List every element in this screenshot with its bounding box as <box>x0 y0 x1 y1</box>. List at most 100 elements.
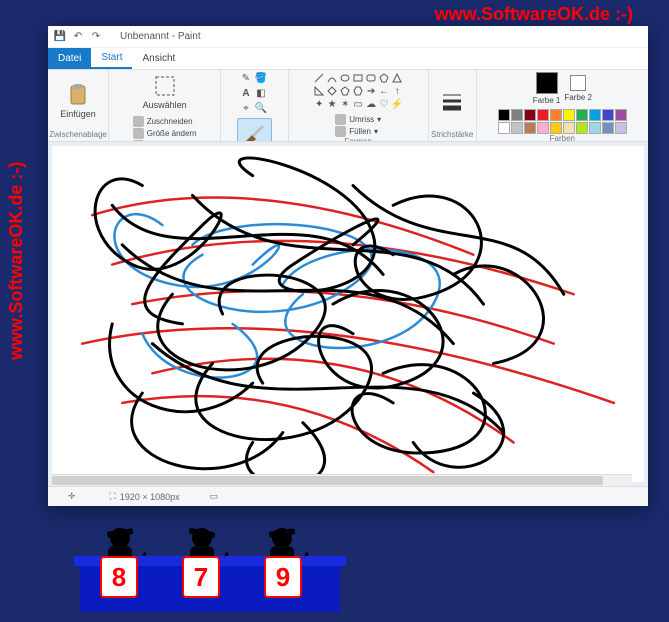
color-1[interactable]: Farbe 1 <box>533 72 561 105</box>
color-swatch-9[interactable] <box>615 109 627 121</box>
color-palette <box>498 109 627 134</box>
shape-rtri[interactable] <box>313 85 325 97</box>
save-icon[interactable]: 💾 <box>54 31 66 43</box>
crop-icon <box>133 116 144 127</box>
shape-star6[interactable]: ✶ <box>339 98 351 110</box>
shape-star5[interactable]: ★ <box>326 98 338 110</box>
crop-button[interactable]: Zuschneiden <box>133 116 197 127</box>
shape-arrowl[interactable]: ← <box>378 85 390 97</box>
color-swatch-4[interactable] <box>550 109 562 121</box>
status-size: ⛶1920 × 1080px <box>110 491 180 502</box>
color-swatch-7[interactable] <box>589 109 601 121</box>
outline-icon <box>335 114 346 125</box>
canvas[interactable] <box>52 146 644 482</box>
watermark-top: www.SoftwareOK.de :-) <box>435 4 633 25</box>
color-swatch-12[interactable] <box>524 122 536 134</box>
fill-tool[interactable]: 🪣 <box>255 72 267 84</box>
group-clipboard: Einfügen Zwischenablage <box>48 70 109 141</box>
eraser-tool[interactable]: ◧ <box>255 87 267 99</box>
color-2[interactable]: Farbe 2 <box>564 75 592 102</box>
pencil-tool[interactable]: ✎ <box>240 72 252 84</box>
ribbon-tabs: Datei Start Ansicht <box>48 48 648 70</box>
shape-oval[interactable] <box>339 72 351 84</box>
color-swatch-10[interactable] <box>498 122 510 134</box>
status-position: ✛ <box>68 491 80 502</box>
shape-rect[interactable] <box>352 72 364 84</box>
fill-button[interactable]: Füllen▾ <box>335 126 381 137</box>
status-filesize: ▭ <box>210 491 223 502</box>
color-swatch-3[interactable] <box>537 109 549 121</box>
outline-button[interactable]: Umriss▾ <box>335 114 381 125</box>
undo-icon[interactable]: ↶ <box>72 31 84 43</box>
stroke-icon <box>440 89 464 113</box>
score-card-3: 9 <box>264 556 302 598</box>
select-button[interactable]: Auswählen <box>139 72 191 112</box>
color-swatch-5[interactable] <box>563 109 575 121</box>
color-swatch-18[interactable] <box>602 122 614 134</box>
color-swatch-8[interactable] <box>602 109 614 121</box>
clipboard-icon <box>66 83 90 107</box>
shape-pent[interactable] <box>339 85 351 97</box>
color-swatch-19[interactable] <box>615 122 627 134</box>
color-swatch-0[interactable] <box>498 109 510 121</box>
group-tools: ✎ 🪣 A ◧ ⌖ 🔍 Pinsel Tools <box>221 70 288 141</box>
color-swatch-15[interactable] <box>563 122 575 134</box>
shape-tri[interactable] <box>391 72 403 84</box>
shape-arrowr[interactable]: ➔ <box>365 85 377 97</box>
zoom-tool[interactable]: 🔍 <box>255 102 267 114</box>
shapes-gallery[interactable]: ➔ ← ↑ ✦ ★ ✶ ▭ ☁ ♡ ⚡ <box>313 72 403 110</box>
color-swatch-11[interactable] <box>511 122 523 134</box>
group-image: Auswählen Zuschneiden Größe ändern Drehe… <box>109 70 221 141</box>
shape-hex[interactable] <box>352 85 364 97</box>
shape-star4[interactable]: ✦ <box>313 98 325 110</box>
shape-cloud[interactable]: ☁ <box>365 98 377 110</box>
paste-button[interactable]: Einfügen <box>56 81 100 121</box>
shape-curve[interactable] <box>326 72 338 84</box>
picker-tool[interactable]: ⌖ <box>240 102 252 114</box>
stroke-width-button[interactable] <box>436 87 468 115</box>
tab-start[interactable]: Start <box>91 48 132 69</box>
titlebar: 💾 ↶ ↷ Unbenannt - Paint <box>48 26 648 48</box>
color-swatch-1[interactable] <box>511 109 523 121</box>
score-card-1: 8 <box>100 556 138 598</box>
judges-illustration: 8 7 9 <box>80 502 340 612</box>
group-shapes: ➔ ← ↑ ✦ ★ ✶ ▭ ☁ ♡ ⚡ Umriss▾ Füllen▾ Form… <box>289 70 429 141</box>
shape-line[interactable] <box>313 72 325 84</box>
redo-icon[interactable]: ↷ <box>90 31 102 43</box>
tab-file[interactable]: Datei <box>48 48 91 69</box>
color-swatch-14[interactable] <box>550 122 562 134</box>
shape-rrect[interactable] <box>365 72 377 84</box>
ribbon: Einfügen Zwischenablage Auswählen Zuschn… <box>48 70 648 142</box>
color-swatch-17[interactable] <box>589 122 601 134</box>
group-label-stroke: Strichstärke <box>431 130 473 139</box>
color-swatch-6[interactable] <box>576 109 588 121</box>
brush-icon <box>242 121 266 142</box>
color-swatch-16[interactable] <box>576 122 588 134</box>
canvas-area <box>48 142 648 486</box>
text-tool[interactable]: A <box>240 87 252 99</box>
shape-bolt[interactable]: ⚡ <box>391 98 403 110</box>
group-label-colors: Farben <box>550 134 575 142</box>
group-label-clipboard: Zwischenablage <box>49 130 107 139</box>
color-swatch-2[interactable] <box>524 109 536 121</box>
paint-window: 💾 ↶ ↷ Unbenannt - Paint Datei Start Ansi… <box>48 26 648 506</box>
color-swatch-13[interactable] <box>537 122 549 134</box>
watermark-left: www.SoftwareOK.de :-) <box>6 162 27 360</box>
shape-heart[interactable]: ♡ <box>378 98 390 110</box>
shape-arrowu[interactable]: ↑ <box>391 85 403 97</box>
doc-title: Unbenannt - Paint <box>120 31 201 42</box>
group-colors: Farbe 1 Farbe 2 Farben <box>477 70 648 141</box>
select-rect-icon <box>153 74 177 98</box>
shape-diamond[interactable] <box>326 85 338 97</box>
score-card-2: 7 <box>182 556 220 598</box>
resize-button[interactable]: Größe ändern <box>133 128 197 139</box>
resize-icon <box>133 128 144 139</box>
fill-icon <box>335 126 346 137</box>
brushes-button[interactable]: Pinsel <box>237 118 272 142</box>
canvas-size-icon: ⛶ <box>110 491 116 502</box>
shape-poly[interactable] <box>378 72 390 84</box>
tab-view[interactable]: Ansicht <box>132 48 185 69</box>
horizontal-scrollbar[interactable] <box>52 474 632 486</box>
shape-callout[interactable]: ▭ <box>352 98 364 110</box>
disk-icon: ▭ <box>210 491 219 502</box>
